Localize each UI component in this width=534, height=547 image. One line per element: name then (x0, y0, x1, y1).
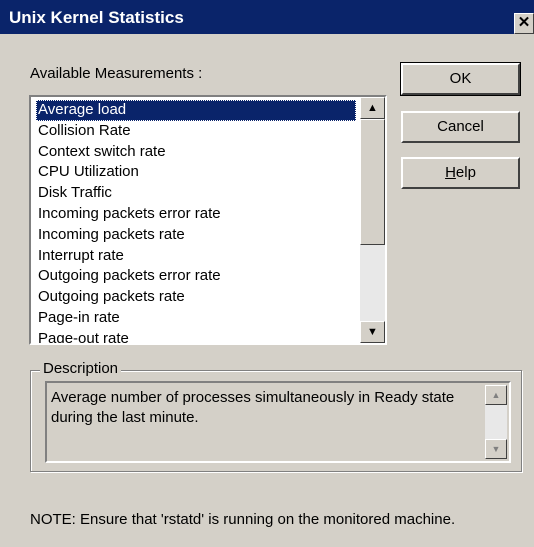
listbox-scrollbar[interactable]: ▲ ▼ (360, 97, 385, 343)
description-textbox[interactable]: Average number of processes simultaneous… (45, 381, 511, 463)
list-item[interactable]: Outgoing packets error rate (36, 266, 356, 287)
title-bar: Unix Kernel Statistics (0, 0, 534, 34)
desc-scroll-down-button[interactable]: ▼ (485, 439, 507, 459)
description-text: Average number of processes simultaneous… (51, 389, 455, 426)
available-measurements-label: Available Measurements : (30, 65, 203, 82)
help-label-rest: elp (455, 164, 476, 181)
list-item[interactable]: Outgoing packets rate (36, 287, 356, 308)
description-scrollbar[interactable]: ▲ ▼ (485, 385, 507, 459)
ok-button[interactable]: OK (400, 62, 521, 96)
list-item[interactable]: Context switch rate (36, 142, 356, 163)
list-item[interactable]: Page-in rate (36, 308, 356, 329)
desc-scroll-up-button[interactable]: ▲ (485, 385, 507, 405)
arrow-down-icon: ▼ (367, 326, 378, 338)
rstatd-note: NOTE: Ensure that 'rstatd' is running on… (30, 511, 456, 528)
cancel-button[interactable]: Cancel (401, 111, 520, 143)
close-icon: ✕ (517, 14, 531, 31)
arrow-down-icon: ▼ (491, 444, 501, 454)
arrow-up-icon: ▲ (491, 390, 501, 400)
list-item[interactable]: Disk Traffic (36, 183, 356, 204)
help-mnemonic: H (445, 164, 456, 181)
list-item[interactable]: Collision Rate (36, 121, 356, 142)
close-button[interactable]: ✕ (514, 13, 534, 34)
list-item[interactable]: Incoming packets rate (36, 225, 356, 246)
scroll-thumb[interactable] (360, 119, 385, 245)
description-group-label: Description (40, 360, 122, 377)
measurements-listbox[interactable]: Average load Collision Rate Context switch… (29, 95, 387, 345)
list-item[interactable]: Page-out rate (36, 329, 356, 343)
arrow-up-icon: ▲ (367, 102, 378, 114)
window-title: Unix Kernel Statistics (9, 8, 184, 27)
help-button[interactable]: Help (401, 157, 520, 189)
measurements-list: Average load Collision Rate Context switch… (36, 100, 356, 343)
scroll-up-button[interactable]: ▲ (360, 97, 385, 119)
list-item[interactable]: Incoming packets error rate (36, 204, 356, 225)
list-item[interactable]: Interrupt rate (36, 246, 356, 267)
list-item[interactable]: CPU Utilization (36, 162, 356, 183)
list-item[interactable]: Average load (36, 100, 356, 121)
scroll-down-button[interactable]: ▼ (360, 321, 385, 343)
